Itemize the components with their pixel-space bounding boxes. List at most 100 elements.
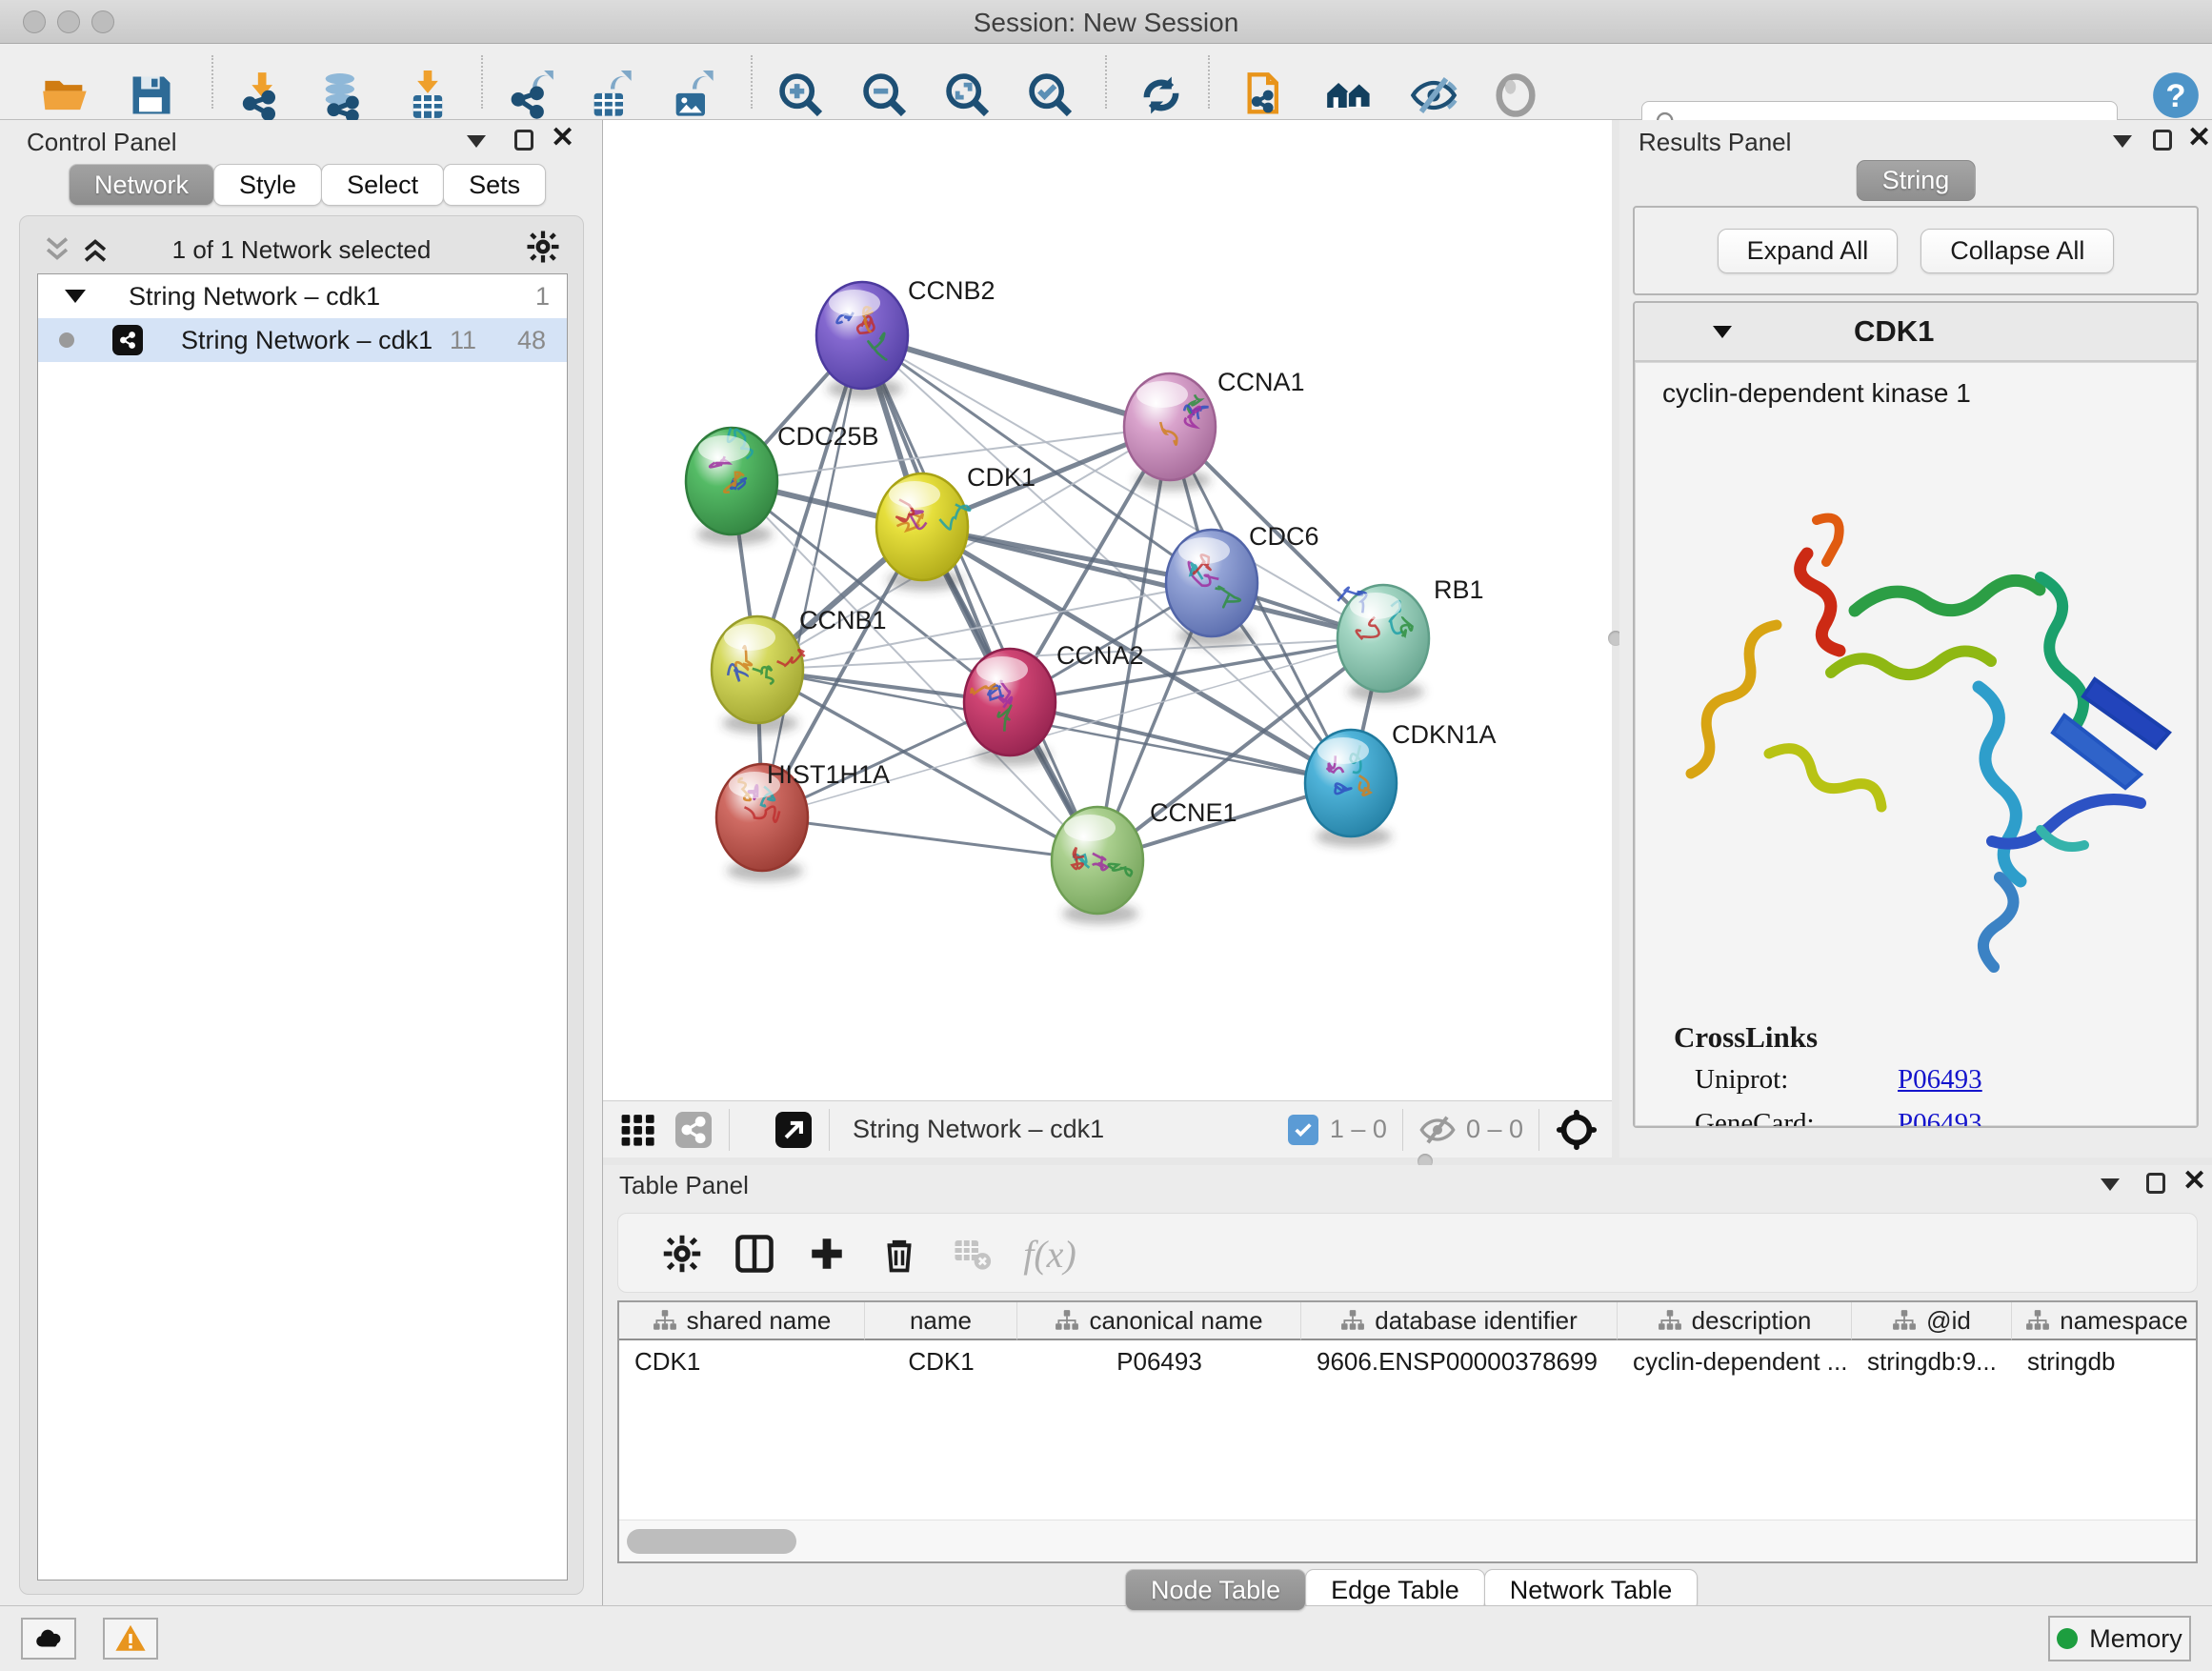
node-label-CDK1: CDK1 — [967, 463, 1036, 492]
tab-string[interactable]: String — [1857, 160, 1976, 201]
warnings-button[interactable] — [103, 1618, 158, 1660]
save-session-button[interactable] — [124, 68, 179, 123]
first-neighbors-button[interactable] — [1238, 68, 1294, 123]
column-header-namespace[interactable]: namespace — [2012, 1302, 2198, 1340]
network-graph[interactable]: CCNB2CCNA1CDC25BCDK1CDC6RB1CCNB1CCNA2CDK… — [603, 120, 1612, 1100]
grid-view-button[interactable] — [618, 1110, 658, 1150]
show-graphics-button[interactable] — [1488, 68, 1543, 123]
birds-eye-view-button[interactable] — [674, 1110, 714, 1150]
help-button[interactable]: ? — [2148, 68, 2203, 123]
edge-CCNA2-CDKN1A[interactable] — [1010, 702, 1351, 783]
node-label-CDC25B: CDC25B — [777, 422, 879, 451]
detach-view-button[interactable] — [774, 1110, 814, 1150]
import-table-file-button[interactable] — [400, 68, 455, 123]
zoom-out-button[interactable] — [857, 68, 913, 123]
selected-checkbox[interactable] — [1288, 1115, 1318, 1145]
network-row[interactable]: String Network – cdk1 11 48 — [38, 318, 567, 362]
network-collection-row[interactable]: String Network – cdk1 1 — [38, 274, 567, 318]
edge-CCNB2-CCNE1[interactable] — [862, 335, 1097, 860]
vertical-splitter[interactable] — [1612, 120, 1619, 1158]
table-cell[interactable]: CDK1 — [619, 1340, 865, 1382]
node-CDKN1A[interactable]: CDKN1A — [1305, 720, 1497, 847]
table-cell[interactable]: 9606.ENSP00000378699 — [1301, 1340, 1618, 1382]
node-label-CCNA1: CCNA1 — [1217, 368, 1305, 396]
function-builder-button[interactable]: f(x) — [1026, 1230, 1074, 1278]
zoom-in-button[interactable] — [774, 68, 829, 123]
export-image-icon — [668, 70, 717, 120]
results-panel-float-button[interactable] — [2153, 130, 2172, 151]
zoom-fit-button[interactable] — [940, 68, 995, 123]
import-network-database-button[interactable] — [314, 68, 370, 123]
edge-CCNB2-CCNA1[interactable] — [862, 335, 1170, 427]
results-panel-menu-button[interactable] — [2113, 135, 2132, 148]
results-panel-close-button[interactable]: ✕ — [2187, 128, 2211, 149]
network-canvas[interactable]: CCNB2CCNA1CDC25BCDK1CDC6RB1CCNB1CCNA2CDK… — [603, 120, 1612, 1100]
column-header-name[interactable]: name — [865, 1302, 1017, 1340]
control-panel-close-button[interactable]: ✕ — [551, 128, 574, 149]
node-HIST1H1A[interactable]: HIST1H1A — [716, 760, 890, 881]
collection-label: String Network – cdk1 — [129, 282, 380, 312]
delete-column-button[interactable] — [875, 1230, 923, 1278]
network-options-gear-button[interactable] — [526, 230, 560, 264]
collapse-all-button[interactable]: Collapse All — [1920, 229, 2114, 273]
protein-card-header[interactable]: CDK1 — [1635, 303, 2197, 362]
tab-node-table[interactable]: Node Table — [1125, 1569, 1306, 1611]
table-cell[interactable]: stringdb — [2012, 1340, 2198, 1382]
node-CCNB1[interactable]: CCNB1 — [712, 606, 887, 734]
node-CCNE1[interactable]: CCNE1 — [1052, 798, 1237, 924]
column-header--id[interactable]: @id — [1852, 1302, 2012, 1340]
show-columns-button[interactable] — [731, 1230, 778, 1278]
table-cell[interactable]: CDK1 — [865, 1340, 1017, 1382]
table-hscrollbar[interactable] — [619, 1520, 2196, 1561]
control-panel-menu-button[interactable] — [467, 135, 486, 148]
crosslink-link[interactable]: P06493 — [1898, 1108, 1982, 1128]
node-RB1[interactable]: RB1 — [1337, 575, 1484, 702]
table-cell[interactable]: P06493 — [1017, 1340, 1301, 1382]
horizontal-splitter[interactable] — [603, 1158, 2212, 1165]
table-row[interactable]: CDK1CDK1P064939606.ENSP00000378699cyclin… — [619, 1340, 2196, 1382]
table-panel-menu-button[interactable] — [2101, 1178, 2120, 1191]
column-header-shared-name[interactable]: shared name — [619, 1302, 865, 1340]
table-cell[interactable]: stringdb:9... — [1852, 1340, 2012, 1382]
current-network-name: String Network – cdk1 — [853, 1115, 1104, 1144]
control-panel-float-button[interactable] — [514, 130, 533, 151]
memory-button[interactable]: Memory — [2048, 1616, 2191, 1661]
export-network-button[interactable] — [503, 68, 558, 123]
node-CDC25B[interactable]: CDC25B — [686, 422, 879, 545]
network-selection-status: 1 of 1 Network selected — [20, 235, 583, 265]
open-webpages-button[interactable] — [1322, 68, 1377, 123]
import-network-file-button[interactable] — [232, 68, 288, 123]
hide-graphics-button[interactable] — [1406, 68, 1461, 123]
collapse-protein-icon[interactable] — [1713, 326, 1732, 338]
edge-HIST1H1A-CCNE1[interactable] — [762, 817, 1097, 860]
update-network-button[interactable] — [1134, 68, 1189, 123]
table-options-button[interactable] — [658, 1230, 706, 1278]
scrollbar-thumb[interactable] — [627, 1529, 796, 1554]
tab-style[interactable]: Style — [213, 164, 322, 206]
delete-table-button[interactable] — [948, 1230, 995, 1278]
create-column-button[interactable] — [803, 1230, 851, 1278]
crosslink-link[interactable]: P06493 — [1898, 1064, 1982, 1095]
crosshair-icon[interactable] — [1555, 1108, 1599, 1152]
export-image-button[interactable] — [665, 68, 720, 123]
tab-select[interactable]: Select — [321, 164, 444, 206]
svg-text:?: ? — [2165, 78, 2185, 114]
column-header-description[interactable]: description — [1618, 1302, 1852, 1340]
open-session-button[interactable] — [38, 68, 93, 123]
tab-sets[interactable]: Sets — [443, 164, 546, 206]
toolbar-separator — [1105, 55, 1107, 109]
column-header-canonical-name[interactable]: canonical name — [1017, 1302, 1301, 1340]
table-panel-float-button[interactable] — [2146, 1173, 2165, 1194]
table-cell[interactable]: cyclin-dependent ... — [1618, 1340, 1852, 1382]
tab-network[interactable]: Network — [69, 164, 214, 206]
cloud-status-button[interactable] — [21, 1618, 76, 1660]
edge-CCNB2-HIST1H1A[interactable] — [762, 335, 862, 817]
expand-all-button[interactable]: Expand All — [1718, 229, 1899, 273]
node-CCNB2[interactable]: CCNB2 — [816, 276, 995, 399]
table-panel-close-button[interactable]: ✕ — [2182, 1171, 2206, 1192]
collection-expander-icon[interactable] — [65, 290, 86, 303]
zoom-selected-button[interactable] — [1023, 68, 1078, 123]
export-table-button[interactable] — [583, 68, 638, 123]
separator — [829, 1109, 830, 1151]
column-header-database-identifier[interactable]: database identifier — [1301, 1302, 1618, 1340]
